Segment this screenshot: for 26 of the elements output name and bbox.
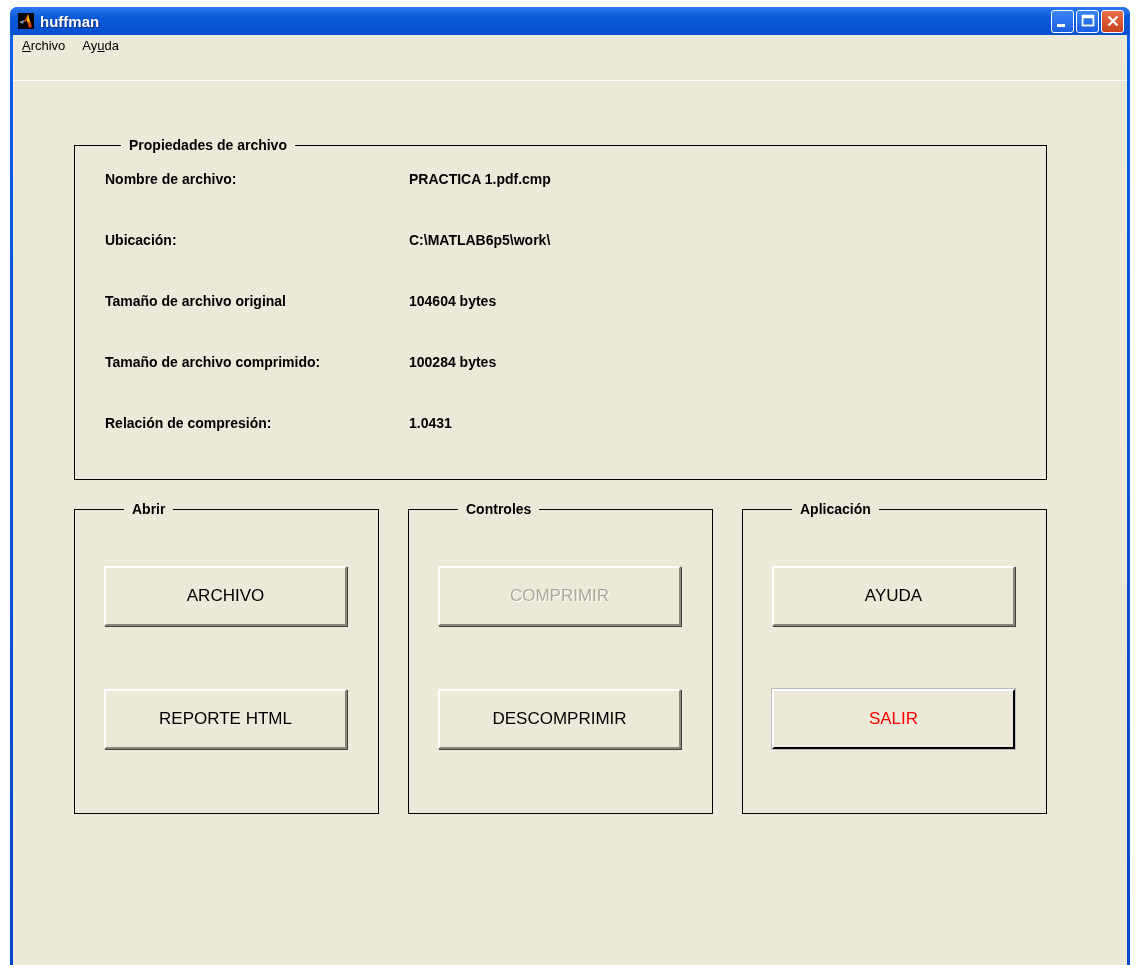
property-label: Nombre de archivo: xyxy=(105,171,238,189)
action-button[interactable]: REPORTE HTML xyxy=(104,689,347,749)
property-value: 104604 bytes xyxy=(409,293,497,311)
window-title: huffman xyxy=(40,12,100,30)
menu-item[interactable]: Ayuda xyxy=(82,38,119,53)
panel-title: Propiedades de archivo xyxy=(128,137,288,153)
group-title: Abrir xyxy=(131,501,167,517)
group-title: Controles xyxy=(465,501,533,517)
property-label: Relación de compresión: xyxy=(105,415,273,433)
property-value: 100284 bytes xyxy=(409,354,497,372)
property-label: Ubicación: xyxy=(105,232,178,250)
close-button[interactable] xyxy=(1101,9,1124,33)
minimize-icon xyxy=(1057,23,1065,27)
property-value: C:\MATLAB6p5\work\ xyxy=(409,232,551,250)
app-icon xyxy=(18,13,34,29)
minimize-button[interactable] xyxy=(1051,9,1074,33)
action-button[interactable]: ARCHIVO xyxy=(104,566,347,626)
group-title: Aplicación xyxy=(799,501,872,517)
property-value: PRACTICA 1.pdf.cmp xyxy=(409,171,551,189)
property-value: 1.0431 xyxy=(409,415,452,433)
action-button[interactable]: AYUDA xyxy=(772,566,1015,626)
maximize-button[interactable] xyxy=(1076,9,1099,33)
property-label: Tamaño de archivo comprimido: xyxy=(105,354,322,372)
menu-item[interactable]: Archivo xyxy=(22,38,66,53)
property-label: Tamaño de archivo original xyxy=(105,293,287,311)
action-button[interactable]: DESCOMPRIMIR xyxy=(438,689,681,749)
